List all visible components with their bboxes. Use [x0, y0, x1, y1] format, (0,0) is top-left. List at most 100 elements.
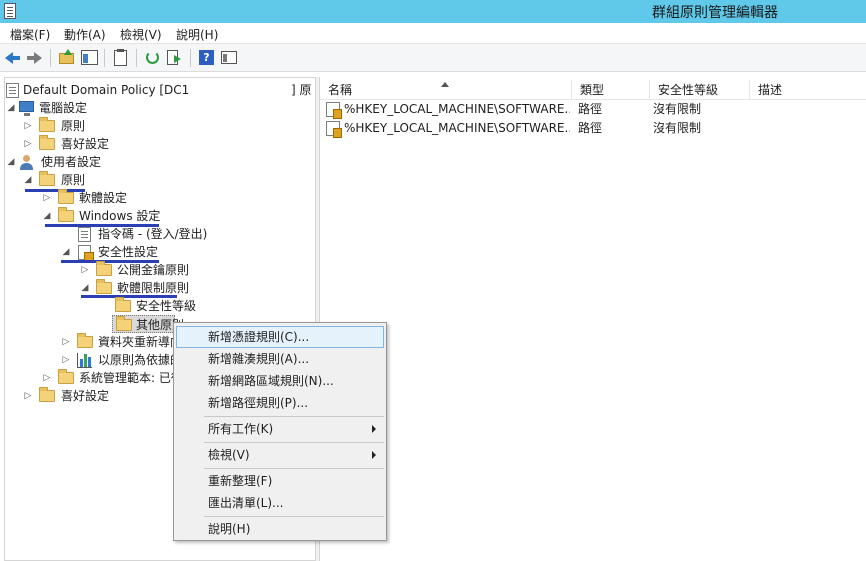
menu-view[interactable]: 檢視(V): [120, 26, 162, 43]
expand-icon[interactable]: ▷: [61, 351, 71, 369]
title-bar: 群組原則管理編輯器: [0, 0, 866, 23]
toolbar-separator: [190, 49, 191, 67]
folder-icon: [39, 171, 55, 186]
context-menu: 新增憑證規則(C)... 新增雜湊規則(A)... 新增網路區域規則(N)...…: [173, 322, 387, 541]
collapse-icon[interactable]: ◢: [23, 171, 33, 189]
tree-node-security-settings[interactable]: ◢ 安全性設定: [5, 243, 205, 263]
expand-icon[interactable]: ▷: [61, 333, 71, 351]
clipboard-icon[interactable]: [112, 49, 130, 67]
menu-file[interactable]: 檔案(F): [10, 26, 50, 43]
toolbar: ?: [0, 44, 866, 72]
tree-label: 原則: [61, 119, 86, 133]
up-folder-icon[interactable]: [58, 49, 76, 67]
cell-type: 路徑: [578, 121, 603, 135]
list-row[interactable]: %HKEY_LOCAL_MACHINE\SOFTWARE... 路徑 沒有限制: [320, 100, 866, 119]
column-header-name[interactable]: 名稱: [320, 80, 572, 100]
tree-node-folder-redirection[interactable]: ▷ 資料夾重新導向: [5, 333, 182, 351]
expand-icon[interactable]: ▷: [23, 117, 33, 135]
expand-icon[interactable]: ▷: [42, 369, 52, 387]
cell-type: 路徑: [578, 102, 603, 116]
expand-icon[interactable]: ▷: [42, 189, 52, 207]
tree-node-scripts[interactable]: 指令碼 - (登入/登出): [5, 225, 225, 243]
expand-icon[interactable]: ▷: [80, 261, 90, 279]
folder-icon: [115, 297, 131, 312]
path-rule-icon: [326, 102, 342, 119]
folder-icon: [58, 189, 74, 204]
expand-icon[interactable]: ▷: [23, 387, 33, 405]
folder-icon: [58, 207, 74, 222]
tree-node-public-key-policies[interactable]: ▷ 公開金鑰原則: [5, 261, 205, 279]
cell-name: %HKEY_LOCAL_MACHINE\SOFTWARE...: [344, 121, 570, 135]
tree-label: 原則: [61, 173, 86, 187]
collapse-icon[interactable]: ◢: [61, 243, 71, 261]
column-header-type[interactable]: 類型: [572, 80, 650, 100]
tree-node-user-config[interactable]: ◢ 使用者設定: [5, 153, 205, 171]
tree-node-policy-qos[interactable]: ▷ 以原則為依據的: [5, 351, 182, 369]
list-header: 名稱 類型 安全性等級 描述: [320, 80, 866, 100]
tree-node-software-settings[interactable]: ▷ 軟體設定: [5, 189, 205, 207]
tree-node-security-levels[interactable]: 安全性等級: [5, 297, 205, 315]
menu-item-view[interactable]: 檢視(V): [176, 444, 384, 466]
folder-icon: [39, 387, 55, 402]
menu-action[interactable]: 動作(A): [64, 26, 106, 43]
column-header-security-level[interactable]: 安全性等級: [650, 80, 750, 100]
menu-separator: [204, 516, 384, 517]
folder-icon: [96, 261, 112, 276]
collapse-icon[interactable]: ◢: [6, 99, 16, 117]
expand-icon[interactable]: ▷: [23, 135, 33, 153]
collapse-icon[interactable]: ◢: [42, 207, 52, 225]
menu-item-new-zone-rule[interactable]: 新增網路區域規則(N)...: [176, 370, 384, 392]
path-rule-icon: [326, 121, 342, 138]
tree-label: 以原則為依據的: [98, 353, 183, 367]
window-title: 群組原則管理編輯器: [652, 5, 778, 21]
folder-icon: [58, 369, 74, 384]
show-hide-tree-icon[interactable]: [81, 49, 99, 67]
menu-item-refresh[interactable]: 重新整理(F): [176, 470, 384, 492]
menu-item-new-path-rule[interactable]: 新增路徑規則(P)...: [176, 392, 384, 414]
tree-node-admin-templates[interactable]: ▷ 系統管理範本: 已從: [5, 369, 175, 387]
menu-item-new-certificate-rule[interactable]: 新增憑證規則(C)...: [176, 326, 384, 348]
column-header-description[interactable]: 描述: [750, 80, 866, 100]
toolbar-separator: [104, 49, 105, 67]
tree-node-user-policies[interactable]: ◢ 原則: [5, 171, 205, 189]
security-icon: [78, 245, 94, 263]
tree-label: 公開金鑰原則: [117, 263, 190, 277]
tree-node-additional-rules[interactable]: 其他原則: [112, 315, 184, 333]
details-pane[interactable]: 名稱 類型 安全性等級 描述 %HKEY_LOCAL_MACHINE\SOFTW…: [319, 77, 866, 561]
tree-node-root[interactable]: Default Domain Policy [DC1 ] 原: [5, 81, 315, 99]
menu-item-all-tasks[interactable]: 所有工作(K): [176, 418, 384, 440]
folder-icon: [39, 117, 55, 132]
back-icon[interactable]: [4, 49, 22, 67]
menu-separator: [204, 442, 384, 443]
app-icon: [4, 3, 16, 19]
collapse-icon[interactable]: ◢: [6, 153, 16, 171]
folder-icon: [77, 333, 93, 348]
tree-node-computer-preferences[interactable]: ▷ 喜好設定: [5, 135, 205, 153]
tree-label: Default Domain Policy [DC1: [23, 83, 190, 97]
gpo-icon: [6, 83, 19, 98]
folder-icon: [39, 135, 55, 150]
properties-icon[interactable]: [220, 49, 238, 67]
list-row[interactable]: %HKEY_LOCAL_MACHINE\SOFTWARE... 路徑 沒有限制: [320, 119, 866, 138]
menu-help[interactable]: 說明(H): [176, 26, 218, 43]
export-list-icon[interactable]: [166, 49, 184, 67]
help-icon[interactable]: ?: [198, 49, 216, 67]
menu-item-export-list[interactable]: 匯出清單(L)...: [176, 492, 384, 514]
tree-label: 指令碼 - (登入/登出): [98, 227, 208, 241]
tree-node-computer-policies[interactable]: ▷ 原則: [5, 117, 205, 135]
submenu-arrow-icon: [372, 425, 376, 433]
tree-label: Windows 設定: [79, 209, 161, 223]
refresh-icon[interactable]: [144, 49, 162, 67]
tree-label: 安全性設定: [98, 245, 159, 259]
tree-label: 使用者設定: [41, 155, 102, 169]
user-icon: [19, 155, 34, 170]
forward-icon[interactable]: [26, 49, 44, 67]
sort-ascending-icon: [441, 82, 449, 87]
submenu-arrow-icon: [372, 451, 376, 459]
menu-item-help[interactable]: 說明(H): [176, 518, 384, 540]
tree-label: ] 原: [291, 83, 312, 97]
tree-node-computer-config[interactable]: ◢ 電腦設定: [5, 99, 205, 117]
computer-icon: [19, 101, 34, 116]
tree-node-windows-settings[interactable]: ◢ Windows 設定: [5, 207, 205, 225]
menu-item-new-hash-rule[interactable]: 新增雜湊規則(A)...: [176, 348, 384, 370]
